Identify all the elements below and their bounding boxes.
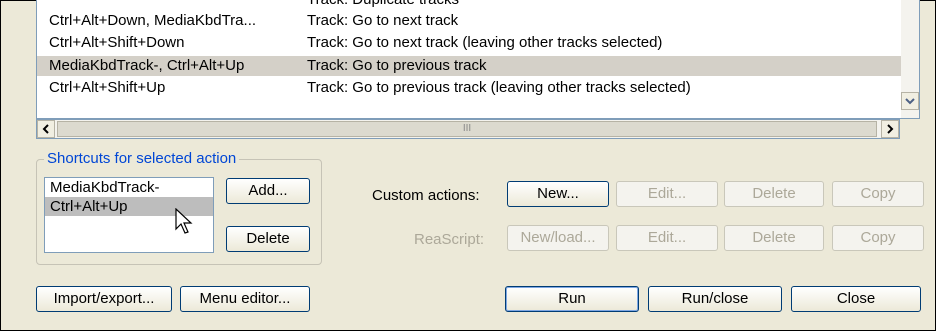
run-button[interactable]: Run: [505, 286, 639, 312]
action-cell: Track: Go to next track (leaving other t…: [307, 34, 663, 51]
table-row[interactable]: Ctrl+Alt+Shift+Up Track: Go to previous …: [37, 78, 901, 98]
copy-reascript-button[interactable]: Copy: [832, 225, 924, 251]
table-row[interactable]: Ctrl+Alt+Shift+Down Track: Go to next tr…: [37, 33, 901, 53]
scroll-corner: [900, 119, 918, 139]
custom-actions-label: Custom actions:: [372, 187, 480, 204]
action-cell: Track: Go to previous track: [307, 57, 487, 74]
import-export-button[interactable]: Import/export...: [36, 286, 172, 312]
action-cell: Track: Go to previous track (leaving oth…: [307, 79, 691, 96]
right-arrow-icon[interactable]: [881, 120, 899, 138]
left-arrow-icon[interactable]: [37, 120, 55, 138]
menu-editor-button[interactable]: Menu editor...: [180, 286, 310, 312]
shortcut-cell: Ctrl+Alt+Shift+Down: [49, 34, 185, 51]
shortcut-cell: Ctrl+Alt+Shift+Up: [49, 79, 166, 96]
add-shortcut-button[interactable]: Add...: [226, 178, 310, 204]
action-list[interactable]: Track: Duplicate tracks Ctrl+Alt+Down, M…: [36, 0, 920, 119]
new-custom-action-button[interactable]: New...: [507, 181, 609, 207]
shortcut-cell: MediaKbdTrack-, Ctrl+Alt+Up: [49, 57, 245, 74]
reascript-label: ReaScript:: [414, 231, 485, 248]
action-cell: Track: Duplicate tracks: [307, 0, 459, 10]
copy-custom-action-button[interactable]: Copy: [832, 181, 924, 207]
close-button[interactable]: Close: [791, 286, 921, 312]
table-row[interactable]: Ctrl+Alt+Down, MediaKbdTra... Track: Go …: [37, 11, 901, 31]
mouse-pointer-icon: [174, 207, 194, 240]
table-row[interactable]: Track: Duplicate tracks: [37, 0, 901, 10]
down-arrow-icon[interactable]: [901, 92, 919, 110]
new-load-reascript-button[interactable]: New/load...: [507, 225, 609, 251]
scroll-thumb[interactable]: III: [57, 121, 877, 137]
vertical-scrollbar[interactable]: [901, 0, 919, 118]
list-item[interactable]: MediaKbdTrack-: [45, 178, 213, 197]
edit-custom-action-button[interactable]: Edit...: [616, 181, 718, 207]
edit-reascript-button[interactable]: Edit...: [616, 225, 718, 251]
delete-custom-action-button[interactable]: Delete: [724, 181, 824, 207]
table-row-selected[interactable]: MediaKbdTrack-, Ctrl+Alt+Up Track: Go to…: [37, 56, 901, 76]
shortcut-cell: Ctrl+Alt+Down, MediaKbdTra...: [49, 12, 257, 29]
horizontal-scrollbar[interactable]: III: [36, 119, 900, 139]
shortcuts-group-title: Shortcuts for selected action: [44, 150, 240, 167]
action-cell: Track: Go to next track: [307, 12, 459, 29]
delete-reascript-button[interactable]: Delete: [724, 225, 824, 251]
run-close-button[interactable]: Run/close: [648, 286, 782, 312]
delete-shortcut-button[interactable]: Delete: [226, 226, 310, 252]
